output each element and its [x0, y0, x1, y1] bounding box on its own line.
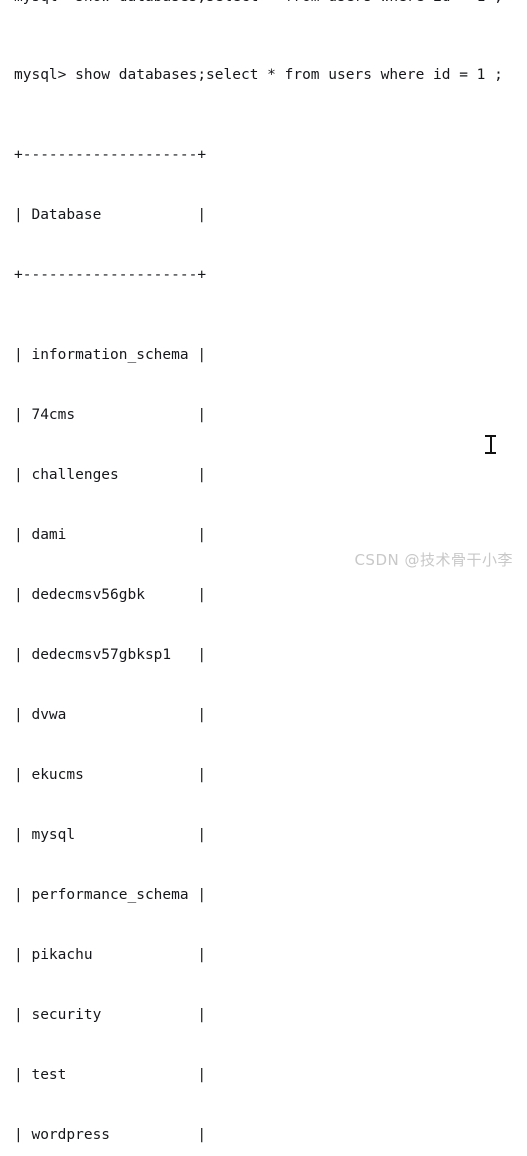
table-row: | ekucms |	[14, 767, 207, 783]
table-row: | wordpress |	[14, 1127, 207, 1143]
table-row: | pikachu |	[14, 947, 207, 963]
table-row: | dedecmsv56gbk |	[14, 587, 207, 603]
table-row: | mysql |	[14, 827, 207, 843]
table-row: | information_schema |	[14, 347, 207, 363]
csdn-watermark: CSDN @技术骨干小李	[354, 551, 513, 569]
table-row: | performance_schema |	[14, 887, 207, 903]
databases-separator-mid: +--------------------+	[14, 267, 207, 283]
table-row: | test |	[14, 1067, 207, 1083]
prompt-line: mysql> show databases;select * from user…	[14, 67, 503, 83]
table-row: | dami |	[14, 527, 207, 543]
terminal-output-pane[interactable]: mysql> show databases;select * from user…	[0, 0, 527, 1143]
terminal-lines: mysql> show databases;select * from user…	[14, 5, 503, 1156]
table-row: | challenges |	[14, 467, 207, 483]
databases-header-row: | Database |	[14, 207, 207, 223]
table-row: | dvwa |	[14, 707, 207, 723]
databases-separator-top: +--------------------+	[14, 147, 207, 163]
table-row: | 74cms |	[14, 407, 207, 423]
table-row: | dedecmsv57gbksp1 |	[14, 647, 207, 663]
table-row: | security |	[14, 1007, 207, 1023]
